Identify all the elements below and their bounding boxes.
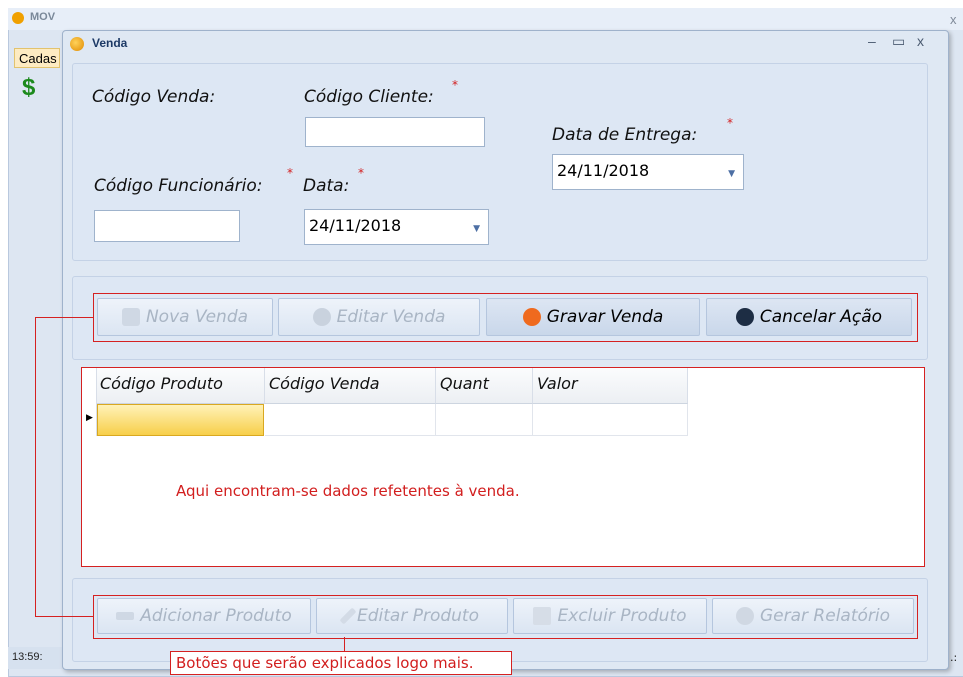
nova-venda-button[interactable]: Nova Venda xyxy=(97,298,273,336)
background-tab-cadastro[interactable]: Cadas xyxy=(14,48,60,68)
row-pointer-icon: ▶ xyxy=(86,413,93,423)
pencil-icon xyxy=(339,607,357,625)
gerar-relatorio-button[interactable]: Gerar Relatório xyxy=(712,598,914,634)
column-header[interactable]: Valor xyxy=(533,368,688,404)
grid-annotation: Aqui encontram-se dados refetentes à ven… xyxy=(176,482,520,500)
buttons-annotation: Botões que serão explicados logo mais. xyxy=(176,654,474,672)
column-header[interactable]: Código Produto xyxy=(96,368,265,404)
column-header[interactable]: Quant xyxy=(436,368,533,404)
data-entrega-label: Data de Entrega: xyxy=(552,125,698,145)
venda-window-icon xyxy=(70,37,84,51)
status-time: 13:59: xyxy=(12,651,43,663)
maximize-button[interactable]: ▭ xyxy=(892,33,905,50)
bin-icon xyxy=(533,607,552,625)
close-button[interactable]: x xyxy=(917,33,924,49)
nova-venda-label: Nova Venda xyxy=(145,307,249,327)
grid-cell-selected[interactable] xyxy=(97,404,264,436)
editar-produto-button[interactable]: Editar Produto xyxy=(316,598,508,634)
codigo-cliente-label: Código Cliente: xyxy=(304,87,434,107)
codigo-funcionario-label: Código Funcionário: xyxy=(94,176,263,196)
cancelar-acao-button[interactable]: Cancelar Ação xyxy=(706,298,912,336)
editar-venda-label: Editar Venda xyxy=(336,307,446,327)
chevron-down-icon[interactable]: ▼ xyxy=(473,224,480,234)
trash-icon xyxy=(735,308,754,326)
adicionar-produto-button[interactable]: Adicionar Produto xyxy=(97,598,311,634)
folder-save-icon xyxy=(522,308,541,326)
background-app-titlebar xyxy=(8,8,963,30)
document-edit-icon xyxy=(121,308,140,326)
gerar-relatorio-label: Gerar Relatório xyxy=(759,606,891,626)
background-app-title: MOV xyxy=(30,11,56,23)
gravar-venda-button[interactable]: Gravar Venda xyxy=(486,298,700,336)
pencil-cup-icon xyxy=(312,308,331,326)
chevron-down-icon[interactable]: ▼ xyxy=(728,169,735,179)
editar-produto-label: Editar Produto xyxy=(356,606,479,626)
status-right-text: .: xyxy=(950,651,958,664)
data-entrega-value: 24/11/2018 xyxy=(557,161,650,180)
excluir-produto-button[interactable]: Excluir Produto xyxy=(513,598,707,634)
column-header[interactable]: Código Venda xyxy=(265,368,436,404)
adicionar-produto-label: Adicionar Produto xyxy=(140,606,292,626)
codigo-cliente-input[interactable] xyxy=(305,117,485,147)
annotation-connector xyxy=(344,637,345,651)
background-app-close-icon[interactable]: x xyxy=(950,12,957,27)
required-mark: * xyxy=(287,166,293,180)
required-mark: * xyxy=(452,78,458,92)
add-line-icon xyxy=(116,612,135,620)
data-label: Data: xyxy=(303,176,350,196)
gravar-venda-label: Gravar Venda xyxy=(546,307,664,327)
annotation-connector xyxy=(35,317,36,617)
required-mark: * xyxy=(358,166,364,180)
row-header[interactable] xyxy=(82,368,97,436)
editar-venda-button[interactable]: Editar Venda xyxy=(278,298,480,336)
data-picker[interactable]: 24/11/2018 ▼ xyxy=(304,209,489,245)
codigo-funcionario-input[interactable] xyxy=(94,210,240,242)
window-title: Venda xyxy=(92,36,128,50)
grid-cell[interactable] xyxy=(436,404,533,436)
data-value: 24/11/2018 xyxy=(309,216,402,235)
required-mark: * xyxy=(727,116,733,130)
annotation-connector xyxy=(35,616,93,617)
annotation-connector xyxy=(35,317,93,318)
dollar-icon[interactable]: $ xyxy=(22,74,35,102)
data-entrega-picker[interactable]: 24/11/2018 ▼ xyxy=(552,154,744,190)
excluir-produto-label: Excluir Produto xyxy=(557,606,687,626)
grid-cell[interactable] xyxy=(533,404,688,436)
codigo-venda-label: Código Venda: xyxy=(92,87,216,107)
grid-cell[interactable] xyxy=(265,404,436,436)
minimize-button[interactable]: – xyxy=(868,33,876,49)
background-app-icon xyxy=(12,12,24,24)
report-icon xyxy=(735,607,754,625)
cancelar-acao-label: Cancelar Ação xyxy=(759,307,883,327)
